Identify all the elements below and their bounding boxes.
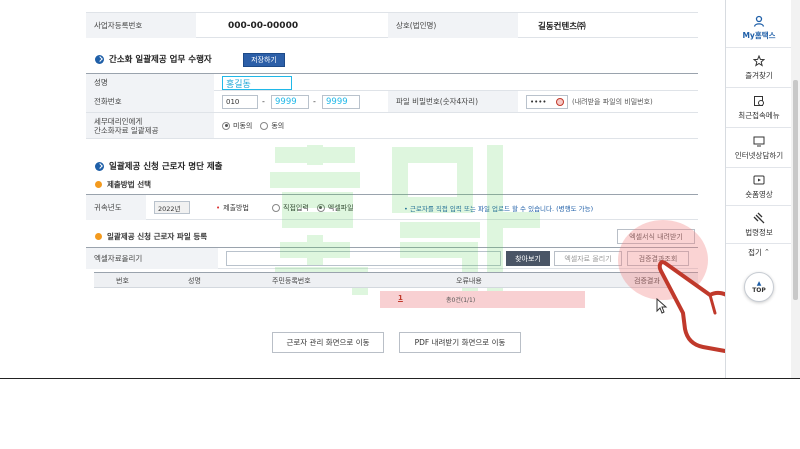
top-button-label: TOP	[752, 286, 766, 294]
quick-menu: My홈택스 즐겨찾기 최근접속메뉴 인터넷상담하기 숏폼영상 법령정보 접기 ⌃	[725, 0, 792, 378]
scrollbar-thumb[interactable]	[793, 80, 798, 300]
upload-label: 엑셀자료올리기	[86, 248, 218, 269]
phone-label: 전화번호	[86, 91, 214, 112]
quick-fold-button[interactable]: 접기 ⌃	[726, 244, 792, 260]
company-label: 상호(법인명)	[388, 13, 518, 38]
quick-recent-menu[interactable]: 최근접속메뉴	[726, 88, 792, 128]
name-input[interactable]: 홍길동	[222, 76, 292, 90]
person-icon	[753, 15, 765, 27]
page-link-1[interactable]: 1	[398, 294, 403, 302]
name-label: 성명	[86, 74, 214, 91]
phone-dash-1: -	[262, 97, 265, 106]
phone-mid-input[interactable]: 9999	[271, 95, 309, 109]
star-icon	[753, 54, 765, 67]
col-name: 성명	[188, 277, 201, 285]
upload-subtitle: 일괄제공 신청 근로자 파일 등록	[95, 231, 207, 242]
hometax-page: 사업자등록번호 000-00-00000 상호(법인명) 길동컨텐츠㈜ 간소화 …	[0, 0, 800, 449]
play-icon	[753, 175, 765, 184]
go-worker-management-button[interactable]: 근로자 관리 화면으로 이동	[272, 332, 384, 353]
section1-title-text: 간소화 일괄제공 업무 수행자	[109, 55, 212, 65]
orange-dot-icon	[95, 181, 102, 188]
quick-my-hometax[interactable]: My홈택스	[726, 8, 792, 48]
main-content: 사업자등록번호 000-00-00000 상호(법인명) 길동컨텐츠㈜ 간소화 …	[0, 0, 761, 378]
section-bullet-icon	[95, 161, 104, 171]
phone-dash-2: -	[313, 97, 316, 106]
result-grid-header: 번호 성명 주민등록번호 오류내용 검증결과	[94, 272, 698, 288]
section2-title: 일괄제공 신청 근로자 명단 제출	[95, 160, 223, 172]
reg-no-label: 사업자등록번호	[86, 13, 196, 38]
quick-law-info[interactable]: 법령정보	[726, 206, 792, 244]
company-value: 길동컨텐츠㈜	[538, 21, 586, 32]
quick-short-video-label: 숏폼영상	[745, 189, 773, 199]
year-select[interactable]: 2022년	[154, 201, 190, 214]
method-label-wrap: • 제출방법	[216, 195, 249, 220]
orange-dot-icon	[95, 233, 102, 240]
quick-online-consult-label: 인터넷상담하기	[734, 150, 784, 160]
upload-subtitle-text: 일괄제공 신청 근로자 파일 등록	[107, 232, 208, 241]
password-check-icon	[556, 98, 564, 106]
section2-title-text: 일괄제공 신청 근로자 명단 제출	[109, 162, 223, 172]
reg-no-value: 000-00-00000	[228, 20, 299, 31]
year-label: 귀속년도	[86, 195, 146, 220]
quick-my-hometax-label: My홈택스	[742, 30, 776, 40]
page-scrollbar[interactable]	[791, 0, 800, 378]
col-number: 번호	[116, 277, 129, 285]
section1-title: 간소화 일괄제공 업무 수행자	[95, 53, 212, 65]
recent-icon	[754, 95, 764, 106]
required-mark-icon: •	[216, 203, 221, 212]
business-info-row: 사업자등록번호 000-00-00000 상호(법인명) 길동컨텐츠㈜	[86, 12, 698, 38]
quick-online-consult[interactable]: 인터넷상담하기	[726, 128, 792, 168]
method-subtitle: 제출방법 선택	[95, 179, 151, 190]
consent-label-line1: 세무대리인에게	[94, 116, 143, 126]
consent-label: 세무대리인에게 간소화자료 일괄제공	[86, 113, 214, 138]
col-resident-no: 주민등록번호	[272, 277, 311, 285]
phone-last-input[interactable]: 9999	[322, 95, 360, 109]
phone-row: 전화번호 010 - 9999 - 9999 파일 비밀번호(숫자4자리) ••…	[86, 91, 698, 113]
method-subtitle-text: 제출방법 선택	[107, 180, 152, 189]
password-note: (내려받을 파일의 비밀번호)	[572, 97, 653, 106]
quick-favorites-label: 즐겨찾기	[745, 70, 773, 80]
mouse-cursor-icon	[656, 298, 668, 314]
section-bullet-icon	[95, 54, 104, 64]
phone-area-select[interactable]: 010	[222, 95, 258, 109]
name-row: 성명 홍길동	[86, 73, 698, 91]
password-label: 파일 비밀번호(숫자4자리)	[388, 91, 518, 112]
page-summary: 총0건(1/1)	[446, 297, 476, 304]
password-value: ••••	[530, 98, 547, 106]
divider-line	[0, 378, 800, 379]
col-error: 오류내용	[456, 277, 482, 285]
consent-no-radio[interactable]	[222, 121, 230, 130]
method-label: 제출방법	[223, 203, 249, 212]
go-pdf-download-button[interactable]: PDF 내려받기 화면으로 이동	[399, 332, 521, 353]
chevron-up-icon: ⌃	[763, 248, 770, 256]
top-button[interactable]: ▲ TOP	[744, 272, 774, 302]
quick-fold-label: 접기	[748, 247, 762, 257]
pagination-bar: 1 총0건(1/1)	[380, 291, 585, 308]
quick-recent-label: 최근접속메뉴	[738, 110, 780, 120]
quick-favorites[interactable]: 즐겨찾기	[726, 48, 792, 88]
save-button[interactable]: 저장하기	[243, 53, 285, 67]
consent-label-line2: 간소화자료 일괄제공	[94, 125, 159, 135]
password-input[interactable]: ••••	[526, 95, 568, 109]
gavel-icon	[753, 212, 765, 223]
quick-short-video[interactable]: 숏폼영상	[726, 168, 792, 206]
monitor-icon	[753, 136, 765, 146]
quick-law-info-label: 법령정보	[745, 227, 773, 237]
